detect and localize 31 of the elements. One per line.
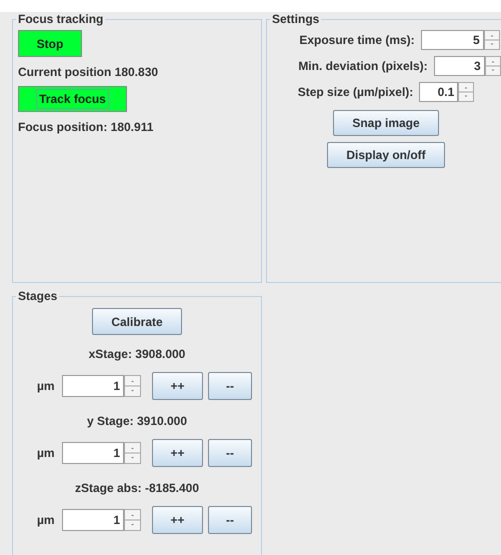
focus-position-label: Focus position: 180.911	[18, 120, 154, 134]
spinner-arrows-icon[interactable]	[484, 30, 500, 50]
spinner-arrows-icon[interactable]	[124, 509, 141, 531]
increase-button[interactable]: ++	[152, 439, 203, 467]
current-position-label: Current position 180.830	[18, 65, 160, 79]
stage-position-label: zStage abs: -8185.400	[74, 481, 200, 495]
field-label: Exposure time (ms):	[299, 33, 415, 47]
decrease-button[interactable]: --	[208, 372, 252, 400]
unit-label: µm	[37, 379, 56, 393]
unit-label: µm	[37, 513, 56, 527]
panel-title: Settings	[271, 12, 320, 26]
action-button[interactable]: Display on/off	[327, 142, 445, 168]
calibrate-button[interactable]: Calibrate	[92, 308, 182, 335]
increase-button[interactable]: ++	[152, 372, 203, 400]
field-label: Step size (µm/pixel):	[298, 85, 414, 99]
spinner-arrows-icon[interactable]	[484, 56, 501, 76]
unit-label: µm	[37, 446, 56, 460]
spinner-arrows-icon[interactable]	[124, 375, 141, 397]
spinner-arrows-icon[interactable]	[458, 82, 474, 102]
field-label: Min. deviation (pixels):	[298, 59, 428, 73]
stop-button[interactable]: Stop	[18, 30, 82, 57]
stage-position-label: y Stage: 3910.000	[86, 414, 188, 428]
decrease-button[interactable]: --	[208, 439, 252, 467]
panel-title: Stages	[17, 289, 58, 303]
increase-button[interactable]: ++	[152, 506, 203, 534]
panel-title: Focus tracking	[17, 12, 104, 26]
stage-position-label: xStage: 3908.000	[88, 347, 186, 361]
spinner-arrows-icon[interactable]	[124, 442, 141, 464]
action-button[interactable]: Snap image	[333, 110, 439, 136]
track-focus-button[interactable]: Track focus	[18, 86, 127, 112]
decrease-button[interactable]: --	[208, 506, 252, 534]
